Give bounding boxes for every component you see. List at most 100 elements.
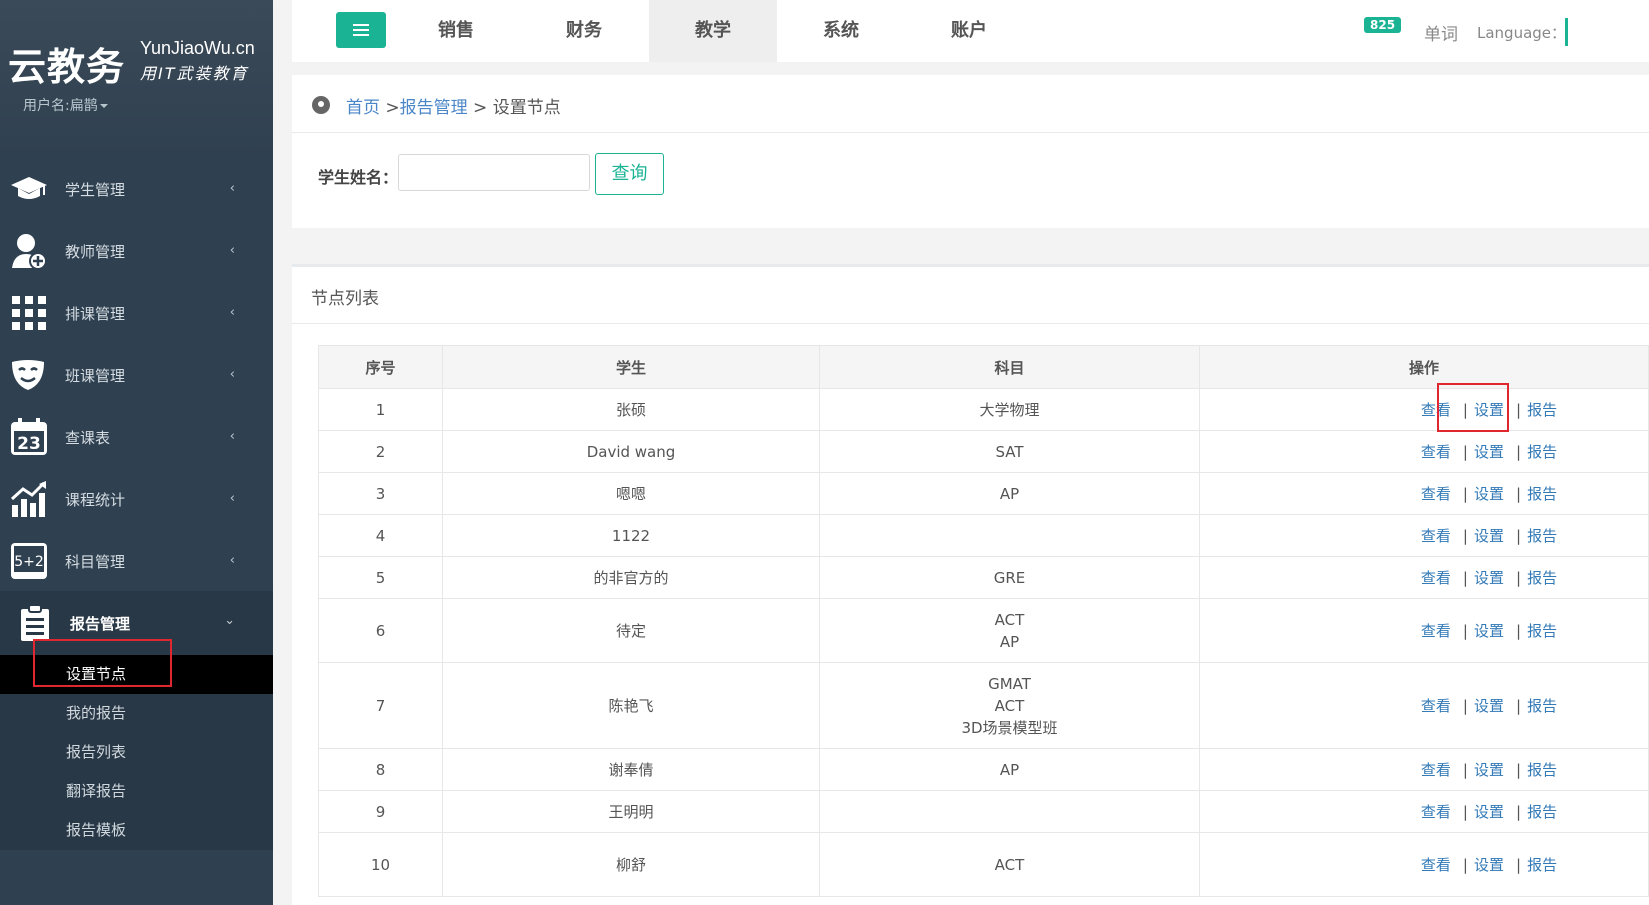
set-link[interactable]: 设置 (1474, 485, 1504, 503)
cell-actions: 查看 | 设置 | 报告 (1199, 514, 1649, 557)
sidebar-item-label: 教师管理 (65, 243, 126, 261)
report-link[interactable]: 报告 (1527, 527, 1557, 545)
sidebar: 云教务 YunJiaoWu.cn 用IT武装教育 用户名:扁鹊 学生管理 ‹ 教… (0, 0, 273, 905)
sidebar-item-timetable[interactable]: 23 查课表 ‹ (0, 405, 273, 467)
report-link[interactable]: 报告 (1527, 443, 1557, 461)
report-link[interactable]: 报告 (1527, 401, 1557, 419)
cell-subjects: GRE (819, 556, 1200, 599)
logo-text: 云教务 (8, 45, 126, 89)
subject-name: SAT (995, 442, 1024, 461)
notification-button[interactable]: 825 (1364, 14, 1402, 33)
submenu-item-translate-report[interactable]: 翻译报告 (0, 772, 273, 811)
tab-system[interactable]: 系统 (777, 0, 905, 62)
table-row: 8 谢奉倩 AP 查看 | 设置 | 报告 (318, 748, 1649, 791)
chevron-down-icon: ⌄ (224, 613, 235, 628)
logo-area: 云教务 YunJiaoWu.cn 用IT武装教育 用户名:扁鹊 (0, 0, 273, 157)
cell-number: 5 (318, 556, 443, 599)
user-dropdown[interactable]: 用户名:扁鹊 (23, 95, 108, 115)
subject-name: ACT (994, 610, 1025, 629)
view-link[interactable]: 查看 (1421, 856, 1451, 874)
set-link[interactable]: 设置 (1474, 803, 1504, 821)
subject-name: ACT (994, 696, 1025, 715)
view-link[interactable]: 查看 (1421, 803, 1451, 821)
table-row: 3 嗯嗯 AP 查看 | 设置 | 报告 (318, 472, 1649, 515)
sidebar-menu: 学生管理 ‹ 教师管理 ‹ 排课管理 ‹ 班课管理 ‹ 23 查课表 ‹ 课程统… (0, 157, 273, 655)
submenu-item-my-reports[interactable]: 我的报告 (0, 694, 273, 733)
set-link[interactable]: 设置 (1474, 761, 1504, 779)
report-link[interactable]: 报告 (1527, 622, 1557, 640)
query-button[interactable]: 查询 (595, 153, 664, 195)
node-list-panel: 节点列表 序号 学生 科目 操作 1 张硕 大学物理 查看 | 设置 | 报告 2 David w… (292, 264, 1649, 905)
cell-number: 9 (318, 790, 443, 833)
tab-account[interactable]: 账户 (905, 0, 1033, 62)
sidebar-item-students[interactable]: 学生管理 ‹ (0, 157, 273, 219)
report-link[interactable]: 报告 (1527, 569, 1557, 587)
report-link[interactable]: 报告 (1527, 485, 1557, 503)
sidebar-item-statistics[interactable]: 课程统计 ‹ (0, 467, 273, 529)
cell-student: 王明明 (442, 790, 820, 833)
sidebar-item-classes[interactable]: 班课管理 ‹ (0, 343, 273, 405)
subject-name: AP (999, 760, 1020, 779)
vocabulary-link[interactable]: 单词 (1424, 20, 1458, 45)
caret-down-icon (99, 104, 108, 108)
view-link[interactable]: 查看 (1421, 527, 1451, 545)
sidebar-item-label: 学生管理 (65, 181, 126, 199)
view-link[interactable]: 查看 (1421, 443, 1451, 461)
report-link[interactable]: 报告 (1527, 803, 1557, 821)
subject-name: GRE (993, 568, 1026, 587)
breadcrumb-current: 设置节点 (492, 98, 561, 118)
set-link[interactable]: 设置 (1474, 443, 1504, 461)
submenu-item-report-templates[interactable]: 报告模板 (0, 811, 273, 850)
view-link[interactable]: 查看 (1421, 569, 1451, 587)
set-link[interactable]: 设置 (1474, 569, 1504, 587)
logo-domain: YunJiaoWu.cn (140, 38, 255, 58)
action-separator: | (1462, 443, 1468, 461)
cell-actions: 查看 | 设置 | 报告 (1199, 662, 1649, 749)
sidebar-item-scheduling[interactable]: 排课管理 ‹ (0, 281, 273, 343)
breadcrumb-home-link[interactable]: 首页 (346, 98, 380, 118)
language-select[interactable] (1565, 18, 1568, 46)
view-link[interactable]: 查看 (1421, 761, 1451, 779)
breadcrumb: 首页 >报告管理 > 设置节点 (292, 75, 1649, 133)
set-link[interactable]: 设置 (1474, 697, 1504, 715)
panel-title: 节点列表 (311, 289, 379, 309)
sidebar-item-label: 排课管理 (65, 305, 126, 323)
action-separator: | (1462, 527, 1468, 545)
map-pin-icon (312, 96, 330, 114)
formula-text: 5+2 (14, 554, 44, 570)
set-link[interactable]: 设置 (1474, 622, 1504, 640)
breadcrumb-section-link[interactable]: 报告管理 (400, 98, 468, 118)
menu-toggle-button[interactable] (336, 12, 386, 48)
teacher-add-icon (10, 232, 48, 270)
report-link[interactable]: 报告 (1527, 761, 1557, 779)
subject-name: AP (999, 632, 1020, 651)
cell-actions: 查看 | 设置 | 报告 (1199, 748, 1649, 791)
set-link[interactable]: 设置 (1474, 527, 1504, 545)
view-link[interactable]: 查看 (1421, 485, 1451, 503)
theater-masks-icon (10, 356, 48, 394)
report-link[interactable]: 报告 (1527, 697, 1557, 715)
cell-actions: 查看 | 设置 | 报告 (1199, 832, 1649, 897)
search-panel: 首页 >报告管理 > 设置节点 学生姓名： 查询 (292, 75, 1649, 228)
tab-sales[interactable]: 销售 (392, 0, 520, 62)
sidebar-item-label: 查课表 (65, 429, 111, 447)
student-name-input[interactable] (398, 154, 590, 191)
tab-teaching[interactable]: 教学 (649, 0, 777, 62)
cell-number: 3 (318, 472, 443, 515)
sidebar-item-label: 课程统计 (65, 491, 126, 509)
submenu-item-report-list[interactable]: 报告列表 (0, 733, 273, 772)
breadcrumb-separator: > (380, 98, 400, 118)
table-row: 2 David wang SAT 查看 | 设置 | 报告 (318, 430, 1649, 473)
formula-board-icon: 5+2 (10, 542, 48, 580)
breadcrumb-separator: > (467, 98, 493, 118)
action-separator: | (1462, 485, 1468, 503)
view-link[interactable]: 查看 (1421, 697, 1451, 715)
set-link[interactable]: 设置 (1474, 856, 1504, 874)
sidebar-item-subjects[interactable]: 5+2 科目管理 ‹ (0, 529, 273, 591)
report-link[interactable]: 报告 (1527, 856, 1557, 874)
sidebar-item-teachers[interactable]: 教师管理 ‹ (0, 219, 273, 281)
view-link[interactable]: 查看 (1421, 622, 1451, 640)
bar-chart-icon (10, 480, 48, 518)
cell-actions: 查看 | 设置 | 报告 (1199, 388, 1649, 431)
tab-finance[interactable]: 财务 (520, 0, 648, 62)
